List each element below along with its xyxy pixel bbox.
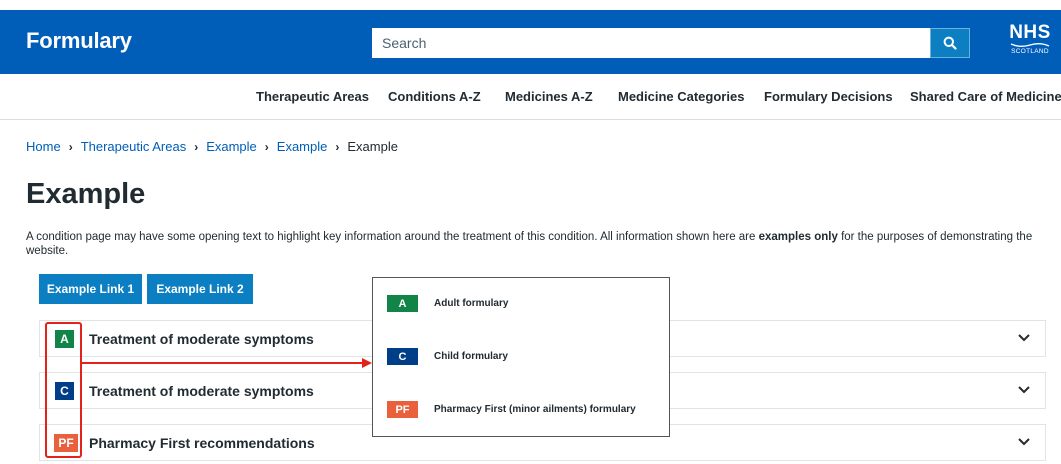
- nav-medicine-categories[interactable]: Medicine Categories: [618, 89, 744, 104]
- legend-pharmacy-first-badge: PF: [387, 401, 418, 418]
- intro-text-bold: examples only: [758, 231, 838, 243]
- breadcrumb-current: Example: [347, 139, 398, 154]
- nhs-scotland-logo[interactable]: NHS SCOTLAND: [1005, 23, 1055, 61]
- nav-conditions-az[interactable]: Conditions A-Z: [388, 89, 481, 104]
- nav-medicines-az[interactable]: Medicines A-Z: [505, 89, 593, 104]
- example-link-2-button[interactable]: Example Link 2: [147, 274, 253, 304]
- annotation-arrow: [82, 358, 372, 368]
- breadcrumb: Home › Therapeutic Areas › Example › Example › E…: [26, 139, 398, 154]
- nav-formulary-decisions[interactable]: Formulary Decisions: [764, 89, 893, 104]
- legend-pharmacy-first-text: Pharmacy First (minor ailments) formular…: [434, 404, 636, 415]
- breadcrumb-example-2[interactable]: Example: [277, 139, 328, 154]
- logo-scotland-text: SCOTLAND: [1011, 48, 1049, 55]
- intro-text: A condition page may have some opening t…: [26, 230, 1046, 258]
- search-button[interactable]: [930, 28, 970, 58]
- example-link-1-button[interactable]: Example Link 1: [39, 274, 142, 304]
- breadcrumb-home[interactable]: Home: [26, 139, 61, 154]
- annotation-highlight-box: [45, 322, 82, 458]
- page-title: Example: [26, 178, 146, 210]
- accordion-label: Treatment of moderate symptoms: [89, 383, 314, 399]
- nav-shared-care[interactable]: Shared Care of Medicines: [910, 89, 1061, 104]
- intro-text-part1: A condition page may have some opening t…: [26, 231, 759, 243]
- badge-legend: A Adult formulary C Child formulary PF P…: [372, 277, 670, 437]
- chevron-down-icon[interactable]: [1017, 333, 1031, 343]
- legend-item-child: C Child formulary: [387, 348, 508, 365]
- logo-nhs-text: NHS: [1009, 22, 1051, 43]
- legend-child-text: Child formulary: [434, 351, 508, 362]
- legend-child-badge: C: [387, 348, 418, 365]
- legend-adult-text: Adult formulary: [434, 298, 509, 309]
- breadcrumb-example-1[interactable]: Example: [206, 139, 257, 154]
- breadcrumb-separator: ›: [194, 140, 199, 154]
- site-brand[interactable]: Formulary: [26, 28, 132, 54]
- search-icon: [943, 36, 957, 50]
- search-input[interactable]: [372, 28, 930, 58]
- breadcrumb-therapeutic-areas[interactable]: Therapeutic Areas: [81, 139, 187, 154]
- main-nav: Therapeutic Areas Conditions A-Z Medicin…: [0, 74, 1061, 120]
- legend-item-adult: A Adult formulary: [387, 295, 508, 312]
- chevron-down-icon[interactable]: [1017, 385, 1031, 395]
- breadcrumb-separator: ›: [264, 140, 269, 154]
- accordion-label: Treatment of moderate symptoms: [89, 331, 314, 347]
- legend-adult-badge: A: [387, 295, 418, 312]
- breadcrumb-separator: ›: [335, 140, 340, 154]
- breadcrumb-separator: ›: [68, 140, 73, 154]
- site-header: Formulary NHS SCOTLAND: [0, 10, 1061, 74]
- nav-therapeutic-areas[interactable]: Therapeutic Areas: [256, 89, 369, 104]
- accordion-label: Pharmacy First recommendations: [89, 435, 315, 451]
- legend-item-pharmacy-first: PF Pharmacy First (minor ailments) formu…: [387, 401, 636, 418]
- chevron-down-icon[interactable]: [1017, 437, 1031, 447]
